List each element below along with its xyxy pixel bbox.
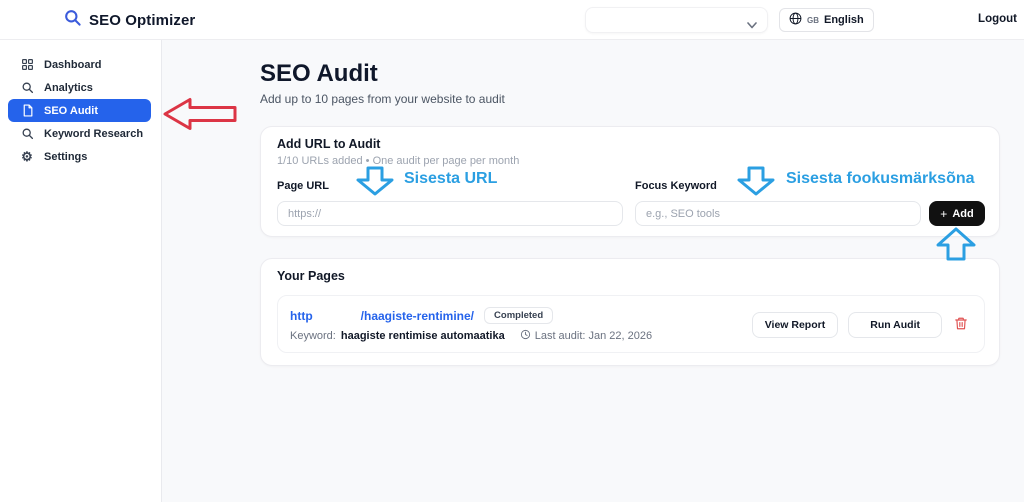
sidebar-item-label: SEO Audit <box>44 104 98 117</box>
page-title: SEO Audit <box>260 60 378 87</box>
status-badge: Completed <box>484 307 554 324</box>
page-link-path[interactable]: /haagiste-rentimine/ <box>361 309 474 323</box>
sidebar-item-analytics[interactable]: Analytics <box>8 76 151 99</box>
seo-optimizer-app: SEO Optimizer GB English Logout Dashboar… <box>0 0 1024 502</box>
page-row: http /haagiste-rentimine/ Completed Keyw… <box>277 295 985 353</box>
gear-icon: ⚙ <box>21 149 33 164</box>
app-title: SEO Optimizer <box>89 11 196 29</box>
sidebar-item-keyword-research[interactable]: Keyword Research <box>8 122 151 145</box>
sidebar-item-seo-audit[interactable]: SEO Audit <box>8 99 151 122</box>
sidebar-item-label: Settings <box>44 150 88 163</box>
blue-arrow-down-url-annotation <box>356 166 394 201</box>
app-logo: SEO Optimizer <box>63 8 195 32</box>
chevron-down-icon <box>747 16 757 34</box>
keyword-label: Keyword: <box>290 330 336 342</box>
search-icon <box>20 81 34 95</box>
delete-page-button[interactable] <box>952 314 970 336</box>
keyword-hint-text: Sisesta fookusmärksõna <box>786 170 975 187</box>
add-button-label: Add <box>952 207 974 220</box>
sidebar: Dashboard Analytics SEO Audit Keyword Re… <box>0 40 162 502</box>
header: SEO Optimizer GB English Logout <box>0 0 1024 40</box>
your-pages-card: Your Pages http /haagiste-rentimine/ Com… <box>260 258 1000 366</box>
last-audit-text: Last audit: Jan 22, 2026 <box>534 330 653 342</box>
sidebar-item-label: Keyword Research <box>44 127 144 140</box>
blue-arrow-up-add-annotation <box>936 227 976 266</box>
row-actions: View Report Run Audit <box>751 296 970 354</box>
language-code: GB <box>807 15 819 25</box>
page-url-label: Page URL <box>277 180 329 192</box>
page-link-start[interactable]: http <box>290 309 313 323</box>
plus-icon: + <box>940 206 948 221</box>
logout-link[interactable]: Logout <box>978 13 1017 25</box>
url-hint-text: Sisesta URL <box>404 170 498 187</box>
search-logo-icon <box>63 8 82 32</box>
pages-card-title: Your Pages <box>277 269 345 283</box>
add-card-title: Add URL to Audit <box>277 137 381 151</box>
clock-icon <box>520 329 531 343</box>
sidebar-item-label: Analytics <box>44 81 93 94</box>
page-subtitle: Add up to 10 pages from your website to … <box>260 92 505 106</box>
keyword-value: haagiste rentimise automaatika <box>340 330 505 342</box>
trash-icon <box>954 316 968 334</box>
sidebar-item-label: Dashboard <box>44 58 102 71</box>
keyword-line: Keyword: haagiste rentimise automaatika … <box>290 329 652 343</box>
red-arrow-left-annotation <box>162 96 238 137</box>
header-dropdown[interactable] <box>585 7 768 33</box>
grid-icon <box>20 58 34 72</box>
search-icon <box>20 127 34 141</box>
page-url-line: http /haagiste-rentimine/ Completed <box>290 307 554 324</box>
document-icon <box>20 104 34 118</box>
page-url-input[interactable] <box>277 201 623 226</box>
sidebar-item-settings[interactable]: ⚙ Settings <box>8 145 151 168</box>
focus-keyword-label: Focus Keyword <box>635 180 717 192</box>
add-card-meta: 1/10 URLs added • One audit per page per… <box>277 155 520 167</box>
sidebar-item-dashboard[interactable]: Dashboard <box>8 53 151 76</box>
blue-arrow-down-keyword-annotation <box>737 166 775 201</box>
language-button[interactable]: GB English <box>779 8 874 32</box>
last-audit: Last audit: Jan 22, 2026 <box>520 329 652 343</box>
run-audit-button[interactable]: Run Audit <box>848 312 942 338</box>
focus-keyword-input[interactable] <box>635 201 921 226</box>
view-report-button[interactable]: View Report <box>751 312 839 338</box>
globe-icon <box>789 12 802 28</box>
language-label: English <box>824 14 864 26</box>
add-button[interactable]: + Add <box>929 201 985 226</box>
